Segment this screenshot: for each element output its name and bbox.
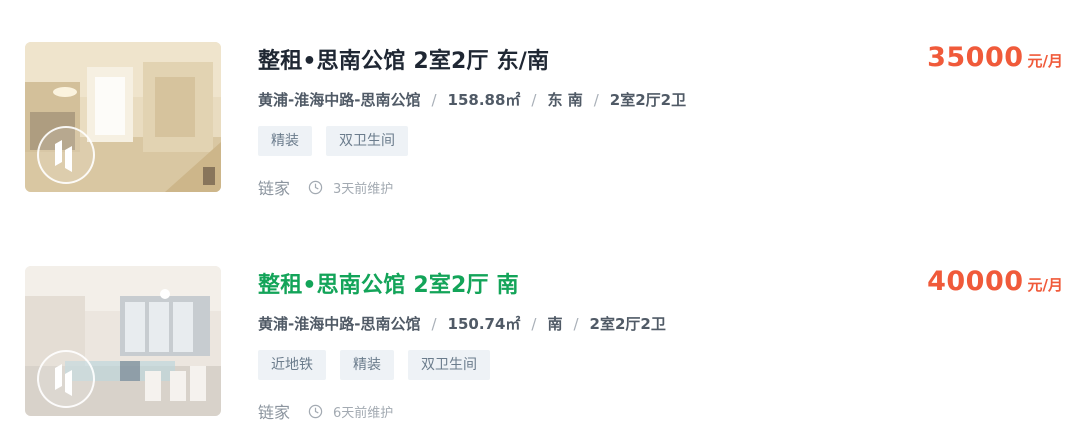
price-unit: 元/月	[1027, 276, 1063, 294]
tag-decoration: 精装	[258, 126, 312, 156]
vr-play-icon	[37, 126, 95, 184]
separator: /	[531, 315, 537, 333]
price-unit: 元/月	[1027, 52, 1063, 70]
tag-bathrooms: 双卫生间	[408, 350, 490, 380]
listing-area[interactable]: 黄浦-淮海中路-思南公馆	[258, 91, 420, 109]
separator: /	[431, 91, 437, 109]
separator: /	[573, 315, 579, 333]
separator: /	[593, 91, 599, 109]
listing-info: 黄浦-淮海中路-思南公馆 / 150.74㎡ / 南 / 2室2厅2卫	[258, 313, 666, 334]
vr-play-icon	[37, 350, 95, 408]
separator: /	[531, 91, 537, 109]
listing-item: 整租•思南公馆 2室2厅 东/南 黄浦-淮海中路-思南公馆 / 158.88㎡ / 东 …	[0, 42, 1080, 198]
tag-near-subway: 近地铁	[258, 350, 326, 380]
listing-item: 整租•思南公馆 2室2厅 南 黄浦-淮海中路-思南公馆 / 150.74㎡ / 南 / 2室…	[0, 266, 1080, 422]
price-value: 40000	[927, 266, 1024, 297]
listing-orientation: 东 南	[547, 91, 583, 109]
price-value: 35000	[927, 42, 1024, 73]
agency-name: 链家	[258, 403, 291, 422]
listing-area[interactable]: 黄浦-淮海中路-思南公馆	[258, 315, 420, 333]
listing-layout: 2室2厅2卫	[609, 91, 687, 109]
listing-meta: 链家 3天前维护	[258, 175, 393, 199]
listing-photo[interactable]	[25, 42, 221, 192]
listing-meta: 链家 6天前维护	[258, 399, 393, 423]
maintenance-time: 6天前维护	[333, 405, 394, 421]
agency-name: 链家	[258, 179, 291, 198]
listing-size: 158.88㎡	[447, 91, 521, 109]
listing-tags: 近地铁 精装 双卫生间	[258, 350, 490, 380]
separator: /	[431, 315, 437, 333]
listing-tags: 精装 双卫生间	[258, 126, 408, 156]
maintenance-time: 3天前维护	[333, 181, 394, 197]
tag-decoration: 精装	[340, 350, 394, 380]
listing-size: 150.74㎡	[447, 315, 521, 333]
listing-photo[interactable]	[25, 266, 221, 416]
listing-price: 40000 元/月	[927, 266, 1063, 297]
clock-icon	[308, 404, 323, 418]
listing-layout: 2室2厅2卫	[589, 315, 666, 333]
clock-icon	[308, 180, 323, 194]
listing-title[interactable]: 整租•思南公馆 2室2厅 南	[258, 267, 519, 299]
listing-info: 黄浦-淮海中路-思南公馆 / 158.88㎡ / 东 南 / 2室2厅2卫	[258, 89, 686, 110]
tag-bathrooms: 双卫生间	[326, 126, 408, 156]
listing-orientation: 南	[547, 315, 563, 333]
listing-title[interactable]: 整租•思南公馆 2室2厅 东/南	[258, 43, 549, 75]
listing-price: 35000 元/月	[927, 42, 1063, 73]
